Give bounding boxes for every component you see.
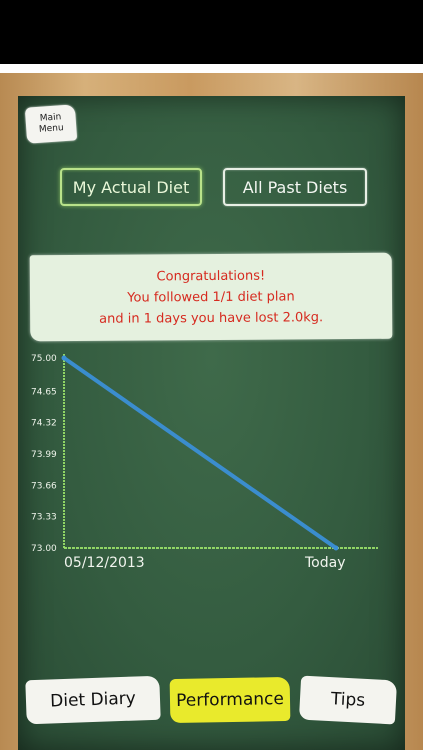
y-tick-label: 74.32	[31, 419, 57, 429]
main-menu-button[interactable]: Main Menu	[24, 104, 78, 144]
tab-diet-diary[interactable]: Diet Diary	[25, 675, 161, 725]
y-tick-label: 75.00	[31, 354, 57, 364]
weight-chart: 75.00 74.65 74.32 73.99 73.66 73.33 73.00 05/12…	[31, 354, 378, 571]
main-menu-label-line2: Menu	[38, 123, 65, 135]
tab-performance[interactable]: Performance	[169, 676, 291, 724]
message-line2: You followed 1/1 diet plan	[127, 288, 295, 306]
congratulations-note: Congratulations! You followed 1/1 diet p…	[29, 252, 393, 342]
data-point	[61, 355, 67, 361]
all-past-diets-button[interactable]: All Past Diets	[223, 168, 367, 206]
my-actual-diet-button[interactable]: My Actual Diet	[60, 168, 202, 206]
y-tick-label: 73.00	[31, 544, 57, 554]
y-tick-label: 73.33	[31, 513, 57, 523]
x-tick-label: 05/12/2013	[64, 555, 145, 571]
data-point	[333, 545, 339, 551]
status-bar-area	[0, 0, 423, 64]
y-tick-label: 73.66	[31, 481, 57, 491]
series-line	[62, 356, 338, 550]
x-tick-label: Today	[304, 555, 346, 571]
tab-tips[interactable]: Tips	[298, 675, 398, 725]
y-tick-label: 73.99	[31, 450, 57, 460]
y-tick-label: 74.65	[31, 387, 57, 397]
message-line1: Congratulations!	[156, 268, 266, 284]
message-line3: and in 1 days you have lost 2.0kg.	[99, 309, 324, 327]
